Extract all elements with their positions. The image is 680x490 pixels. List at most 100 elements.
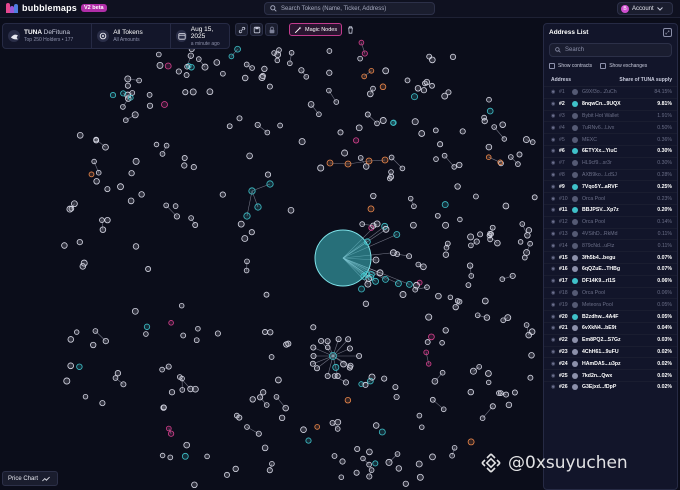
- holder-bubble[interactable]: [358, 285, 365, 293]
- address-row[interactable]: ◉ #18 Orca Pool 0.06%: [544, 286, 677, 299]
- holder-bubble[interactable]: [341, 149, 349, 157]
- date-selector[interactable]: Aug 15, 2025 a minute ago: [171, 24, 229, 48]
- holder-bubble[interactable]: [473, 238, 480, 245]
- holder-bubble[interactable]: [367, 205, 375, 213]
- holder-bubble[interactable]: [411, 93, 418, 101]
- holder-bubble[interactable]: [309, 360, 316, 367]
- holder-bubble[interactable]: [167, 430, 175, 437]
- holder-bubble[interactable]: [525, 331, 532, 339]
- holder-bubble[interactable]: [326, 48, 333, 54]
- holder-bubble[interactable]: [411, 203, 417, 210]
- holder-bubble[interactable]: [316, 111, 322, 118]
- holder-bubble[interactable]: [95, 169, 102, 176]
- holder-bubble[interactable]: [90, 341, 97, 349]
- holder-bubble[interactable]: [442, 221, 450, 229]
- holder-bubble[interactable]: [406, 253, 413, 260]
- holder-bubble[interactable]: [93, 136, 99, 143]
- holder-bubble[interactable]: [445, 89, 452, 96]
- holder-bubble[interactable]: [274, 57, 281, 64]
- holder-bubble[interactable]: [310, 352, 317, 359]
- holder-bubble[interactable]: [373, 220, 381, 228]
- holder-bubble[interactable]: [420, 87, 428, 94]
- holder-bubble[interactable]: [131, 307, 139, 315]
- holder-bubble[interactable]: [166, 425, 172, 432]
- holder-bubble[interactable]: [502, 202, 510, 210]
- holder-bubble[interactable]: [519, 221, 526, 227]
- holder-bubble[interactable]: [178, 302, 185, 309]
- holder-bubble[interactable]: [367, 271, 375, 278]
- holder-bubble[interactable]: [310, 344, 317, 351]
- checkbox-box[interactable]: [600, 63, 607, 69]
- holder-bubble[interactable]: [402, 480, 409, 487]
- holder-bubble[interactable]: [276, 47, 282, 53]
- eye-icon[interactable]: ◉: [551, 148, 559, 154]
- holder-bubble[interactable]: [331, 453, 338, 459]
- holder-bubble[interactable]: [499, 121, 506, 128]
- token-search-input[interactable]: Search Tokens (Name, Ticker, Address): [264, 2, 435, 15]
- holder-bubble[interactable]: [497, 390, 504, 396]
- holder-bubble[interactable]: [389, 249, 397, 257]
- eye-icon[interactable]: ◉: [551, 337, 559, 343]
- holder-bubble[interactable]: [189, 88, 197, 96]
- holder-bubble[interactable]: [273, 394, 280, 400]
- hub-bubble[interactable]: [329, 352, 337, 360]
- holder-bubble[interactable]: [432, 127, 439, 134]
- eye-icon[interactable]: ◉: [551, 384, 559, 390]
- holder-bubble[interactable]: [76, 363, 83, 370]
- holder-bubble[interactable]: [324, 372, 331, 379]
- account-button[interactable]: B Account: [617, 2, 673, 15]
- holder-bubble[interactable]: [405, 280, 413, 288]
- holder-bubble[interactable]: [423, 78, 431, 86]
- holder-bubble[interactable]: [66, 205, 74, 213]
- holder-bubble[interactable]: [503, 391, 510, 398]
- holder-bubble[interactable]: [439, 369, 446, 376]
- holder-bubble[interactable]: [263, 402, 270, 408]
- holder-bubble[interactable]: [181, 155, 188, 161]
- holder-bubble[interactable]: [426, 53, 433, 60]
- holder-bubble[interactable]: [283, 341, 290, 348]
- holder-bubble[interactable]: [361, 50, 368, 57]
- holder-bubble[interactable]: [491, 124, 498, 130]
- eye-icon[interactable]: ◉: [551, 290, 559, 296]
- holder-bubble[interactable]: [523, 249, 531, 256]
- holder-bubble[interactable]: [465, 282, 472, 288]
- holder-bubble[interactable]: [143, 331, 149, 337]
- holder-bubble[interactable]: [93, 178, 100, 185]
- holder-bubble[interactable]: [168, 389, 176, 396]
- holder-bubble[interactable]: [485, 379, 492, 386]
- holder-bubble[interactable]: [481, 297, 489, 305]
- holder-bubble[interactable]: [439, 340, 445, 346]
- holder-bubble[interactable]: [187, 52, 194, 59]
- address-row[interactable]: ◉ #1 G9Xf3o...ZuCh 84.15%: [544, 86, 677, 98]
- holder-bubble[interactable]: [360, 272, 368, 280]
- holder-bubble[interactable]: [334, 418, 342, 426]
- holder-bubble[interactable]: [363, 238, 371, 246]
- holder-bubble[interactable]: [388, 154, 395, 161]
- holder-bubble[interactable]: [364, 111, 371, 118]
- holder-bubble[interactable]: [226, 123, 233, 130]
- holder-bubble[interactable]: [488, 231, 494, 237]
- holder-bubble[interactable]: [342, 379, 349, 386]
- holder-bubble[interactable]: [451, 444, 458, 451]
- holder-bubble[interactable]: [516, 151, 523, 158]
- holder-bubble[interactable]: [527, 374, 534, 381]
- holder-bubble[interactable]: [333, 99, 340, 105]
- holder-bubble[interactable]: [393, 231, 401, 238]
- address-row[interactable]: ◉ #22 Em8PQ2...S7Gz 0.03%: [544, 333, 677, 346]
- holder-bubble[interactable]: [161, 404, 167, 411]
- address-row[interactable]: ◉ #3 Bybit Hot Wallet 1.91%: [544, 109, 677, 122]
- holder-bubble[interactable]: [163, 142, 170, 149]
- holder-bubble[interactable]: [156, 61, 164, 69]
- holder-bubble[interactable]: [345, 336, 352, 343]
- holder-bubble[interactable]: [324, 338, 331, 345]
- holder-bubble[interactable]: [318, 337, 325, 344]
- holder-bubble[interactable]: [146, 92, 153, 98]
- address-row[interactable]: ◉ #10 Orca Pool 0.23%: [544, 192, 677, 204]
- holder-bubble[interactable]: [184, 63, 190, 70]
- holder-bubble[interactable]: [449, 53, 457, 60]
- eye-icon[interactable]: ◉: [551, 231, 559, 237]
- address-row[interactable]: ◉ #23 4ChH61...9uFU 0.02%: [544, 345, 677, 358]
- holder-bubble[interactable]: [390, 120, 396, 126]
- holder-bubble[interactable]: [92, 328, 99, 334]
- holder-bubble[interactable]: [277, 122, 283, 129]
